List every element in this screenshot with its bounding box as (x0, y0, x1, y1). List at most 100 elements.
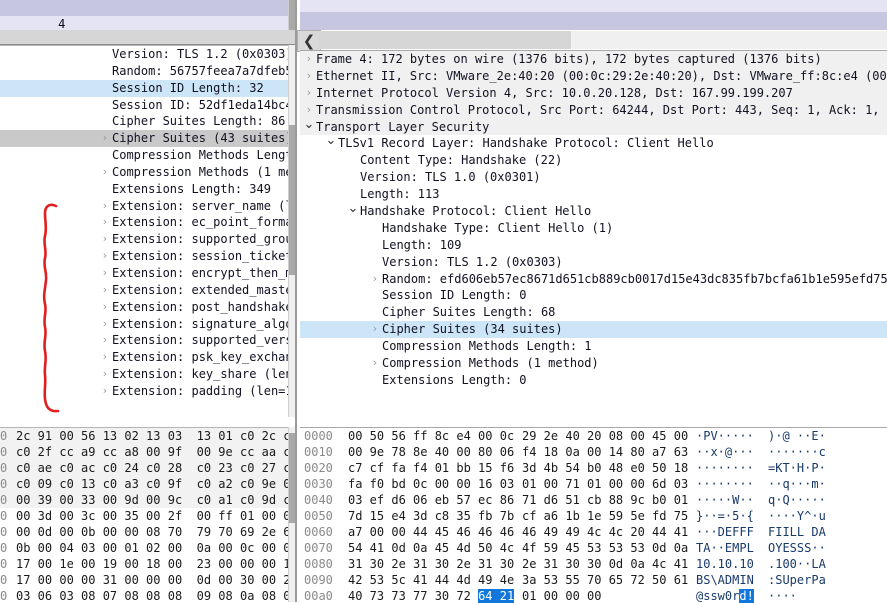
detail-tree-row[interactable]: ›Extension: supported_versions (len (0, 332, 288, 349)
hex-bytes[interactable]: c0 09 c0 13 c0 a3 c0 9f c0 a2 c0 9e 00 (8, 476, 288, 492)
hex-bytes-second-half[interactable]: 3a 53 55 70 65 72 50 61 (508, 572, 690, 588)
ascii-first-half[interactable]: @ssw0rd! (690, 588, 760, 603)
hex-bytes-second-half[interactable]: 3d 4b 54 b0 48 e0 50 18 (508, 460, 690, 476)
detail-tree-row[interactable]: Extensions Length: 0 (300, 372, 887, 389)
ascii-first-half[interactable]: ·····W·· (690, 492, 760, 508)
collapse-left-button[interactable]: ❮ (297, 30, 321, 52)
hex-bytes-second-half[interactable]: 46 49 49 4c 4c 20 44 41 (508, 524, 690, 540)
detail-tree-row[interactable]: ›Extension: extended_master_secret (0, 282, 288, 299)
chevron-right-icon[interactable]: › (303, 85, 315, 102)
hex-row[interactable]: 0 0b 00 04 03 00 01 02 00 0a 00 0c 00 0a (0, 540, 288, 556)
hex-bytes[interactable]: 03 06 03 08 07 08 08 08 09 08 0a 08 0b (8, 588, 288, 603)
hex-bytes-second-half[interactable]: f4 18 0a 00 14 80 a7 63 (508, 444, 690, 460)
chevron-right-icon[interactable]: › (99, 332, 111, 349)
detail-tree-row[interactable]: Version: TLS 1.0 (0x0301) (300, 169, 887, 186)
ascii-first-half[interactable]: ········ (690, 476, 760, 492)
detail-tree-row[interactable]: › Internet Protocol Version 4, Src: 10.0.… (300, 84, 887, 102)
hex-row[interactable]: 0090 42 53 5c 41 44 4d 49 4e 3a 53 55 70 6… (300, 572, 887, 588)
chevron-right-icon[interactable]: › (303, 51, 315, 68)
hex-bytes-first-half[interactable]: 42 53 5c 41 44 4d 49 4e (348, 572, 514, 588)
ascii-second-half[interactable]: ····Y^·u (760, 508, 826, 524)
detail-tree-row[interactable]: Length: 109 (300, 237, 887, 254)
hex-bytes-first-half[interactable]: c7 cf fa f4 01 bb 15 f6 (348, 460, 514, 476)
ascii-first-half[interactable]: ········ (690, 460, 760, 476)
detail-tree-row[interactable]: ›Compression Methods (1 method) (0, 164, 288, 181)
hex-row[interactable]: 0 00 39 00 33 00 9d 00 9c c0 a1 c0 9d c0 (0, 492, 288, 508)
detail-tree-row[interactable]: ›Extension: encrypt_then_mac (len=0 (0, 265, 288, 282)
chevron-right-icon[interactable]: › (99, 265, 111, 282)
detail-tree-row[interactable]: Version: TLS 1.2 (0x0303) (0, 46, 288, 63)
ascii-selected[interactable]: d! (739, 589, 754, 603)
hex-bytes[interactable]: 00 3d 00 3c 00 35 00 2f 00 ff 01 00 01 (8, 508, 288, 524)
hex-bytes-first-half[interactable]: 31 30 2e 31 30 2e 31 30 (348, 556, 514, 572)
ascii-second-half[interactable]: ···· (760, 588, 797, 603)
detail-tree-row[interactable]: ›Extension: session_ticket (len=0) (0, 248, 288, 265)
hex-bytes[interactable]: 17 00 00 00 31 00 00 00 0d 00 30 00 2e (8, 572, 288, 588)
ascii-second-half[interactable]: ··q···m· (760, 476, 826, 492)
packet-bytes-right[interactable]: 0000 00 50 56 ff 8c e4 00 0c 29 2e 40 20 0… (300, 427, 887, 603)
hex-bytes-second-half[interactable]: 2e 31 30 30 0d 0a 4c 41 (508, 556, 690, 572)
ascii-second-half[interactable]: :SUperPa (760, 572, 826, 588)
hex-bytes-first-half[interactable]: 54 41 0d 0a 45 4d 50 4c (348, 540, 514, 556)
hex-bytes-second-half[interactable]: 29 2e 40 20 08 00 45 00 (508, 428, 690, 444)
detail-tree-row[interactable]: › Transmission Control Protocol, Src Port… (300, 101, 887, 119)
detail-tree-row[interactable]: › Cipher Suites (34 suites) (300, 321, 887, 339)
chevron-right-icon[interactable]: › (99, 349, 111, 366)
hex-row[interactable]: 0000 00 50 56 ff 8c e4 00 0c 29 2e 40 20 0… (300, 428, 887, 444)
chevron-right-icon[interactable]: › (99, 366, 111, 383)
hex-row[interactable]: 0040 03 ef d6 06 eb 57 ec 86 71 d6 51 cb 8… (300, 492, 887, 508)
chevron-right-icon[interactable]: › (99, 383, 111, 400)
packet-list-left[interactable]: 4 0.054635 10.0.20.128 15 5 0.054824 151… (0, 0, 288, 30)
hex-row[interactable]: 0020 c7 cf fa f4 01 bb 15 f6 3d 4b 54 b0 4… (300, 460, 887, 476)
hex-bytes[interactable]: 00 39 00 33 00 9d 00 9c c0 a1 c0 9d c0 (8, 492, 288, 508)
hex-row[interactable]: 0080 31 30 2e 31 30 2e 31 30 2e 31 30 30 0… (300, 556, 887, 572)
ascii-first-half[interactable]: ···DEFFF (690, 524, 760, 540)
chevron-down-icon[interactable]: ⌄ (347, 202, 359, 216)
ascii-second-half[interactable]: OYESSS·· (760, 540, 826, 556)
ascii-second-half[interactable]: )·@ ··E· (760, 428, 826, 444)
ascii-first-half[interactable]: }··=·5·{ (690, 508, 760, 524)
hex-rows[interactable]: 0000 00 50 56 ff 8c e4 00 0c 29 2e 40 20 0… (300, 428, 887, 603)
detail-tree-row[interactable]: Handshake Type: Client Hello (1) (300, 220, 887, 237)
detail-tree-rows[interactable]: Version: TLS 1.2 (0x0303) Random: 56757fe… (0, 46, 288, 400)
hex-row[interactable]: 0 00 3d 00 3c 00 35 00 2f 00 ff 01 00 01 (0, 508, 288, 524)
detail-tree-row[interactable]: › Random: efd606eb57ec8671d651cb889cb0017… (300, 271, 887, 288)
hex-bytes-second-half[interactable]: 4f 59 45 53 53 53 0d 0a (508, 540, 690, 556)
hex-bytes[interactable]: 0b 00 04 03 00 01 02 00 0a 00 0c 00 0a (8, 540, 288, 556)
hex-row[interactable]: 0 17 00 00 00 31 00 00 00 0d 00 30 00 2e (0, 572, 288, 588)
hex-bytes-second-half[interactable]: 01 00 00 00 (508, 588, 690, 603)
detail-tree-row[interactable]: Content Type: Handshake (22) (300, 152, 887, 169)
detail-tree-row[interactable]: Session ID Length: 32 (0, 79, 288, 97)
detail-tree-row[interactable]: Extensions Length: 349 (0, 181, 288, 198)
detail-tree-row[interactable]: ⌄ Transport Layer Security (300, 118, 887, 136)
detail-tree-row[interactable]: Session ID Length: 0 (300, 287, 887, 304)
packet-row[interactable]: 3 0.115282 10.0.20.128 167.99.199.207 TC… (300, 0, 887, 12)
chevron-down-icon[interactable]: ⌄ (303, 118, 315, 132)
hex-bytes[interactable]: c0 2f cc a9 cc a8 00 9f 00 9e cc aa c0 (8, 444, 288, 460)
detail-tree-row[interactable]: Session ID: 52df1eda14bc4b2f376775 (0, 97, 288, 114)
ascii-first-half[interactable]: TA··EMPL (690, 540, 760, 556)
ascii-first-half[interactable]: ··x·@··· (690, 444, 760, 460)
detail-tree-row[interactable]: Version: TLS 1.2 (0x0303) (300, 254, 887, 271)
detail-tree-row[interactable]: ›Extension: signature_algorithms (l (0, 316, 288, 333)
detail-tree-row[interactable]: ›Extension: post_handshake_auth (le (0, 299, 288, 316)
packet-bytes-left[interactable]: 0 2c 91 00 56 13 02 13 03 13 01 c0 2c c0 0… (0, 427, 288, 603)
hex-row[interactable]: 00a0 40 73 73 77 30 72 64 21 01 00 00 00 @s… (300, 588, 887, 603)
hex-row[interactable]: 0050 7d 15 e4 3d c8 35 fb 7b cf a6 1b 1e 5… (300, 508, 887, 524)
ascii-second-half[interactable]: FIILL DA (760, 524, 826, 540)
chevron-right-icon[interactable]: › (99, 282, 111, 299)
chevron-right-icon[interactable]: › (99, 299, 111, 316)
packet-detail-right[interactable]: › Frame 4: 172 bytes on wire (1376 bits),… (300, 50, 887, 423)
packet-list-right[interactable]: 3 0.115282 10.0.20.128 167.99.199.207 TC… (300, 0, 887, 30)
hex-row[interactable]: 0 17 00 1e 00 19 00 18 00 23 00 00 00 16 (0, 556, 288, 572)
detail-tree-row[interactable]: ›Extension: server_name (len=13) (0, 198, 288, 215)
ascii-first-half[interactable]: BS\ADMIN (690, 572, 760, 588)
hex-row[interactable]: 0010 00 9e 78 8e 40 00 80 06 f4 18 0a 00 1… (300, 444, 887, 460)
detail-tree-row[interactable]: Length: 113 (300, 186, 887, 203)
hex-row[interactable]: 0070 54 41 0d 0a 45 4d 50 4c 4f 59 45 53 5… (300, 540, 887, 556)
right-splitter[interactable] (319, 31, 571, 49)
hex-bytes[interactable]: c0 ae c0 ac c0 24 c0 28 c0 23 c0 27 c0 (8, 460, 288, 476)
hex-bytes-second-half[interactable]: 01 00 71 01 00 00 6d 03 (508, 476, 690, 492)
detail-tree-row[interactable]: ›Extension: key_share (len=38) (0, 366, 288, 383)
chevron-right-icon[interactable]: › (99, 214, 111, 231)
